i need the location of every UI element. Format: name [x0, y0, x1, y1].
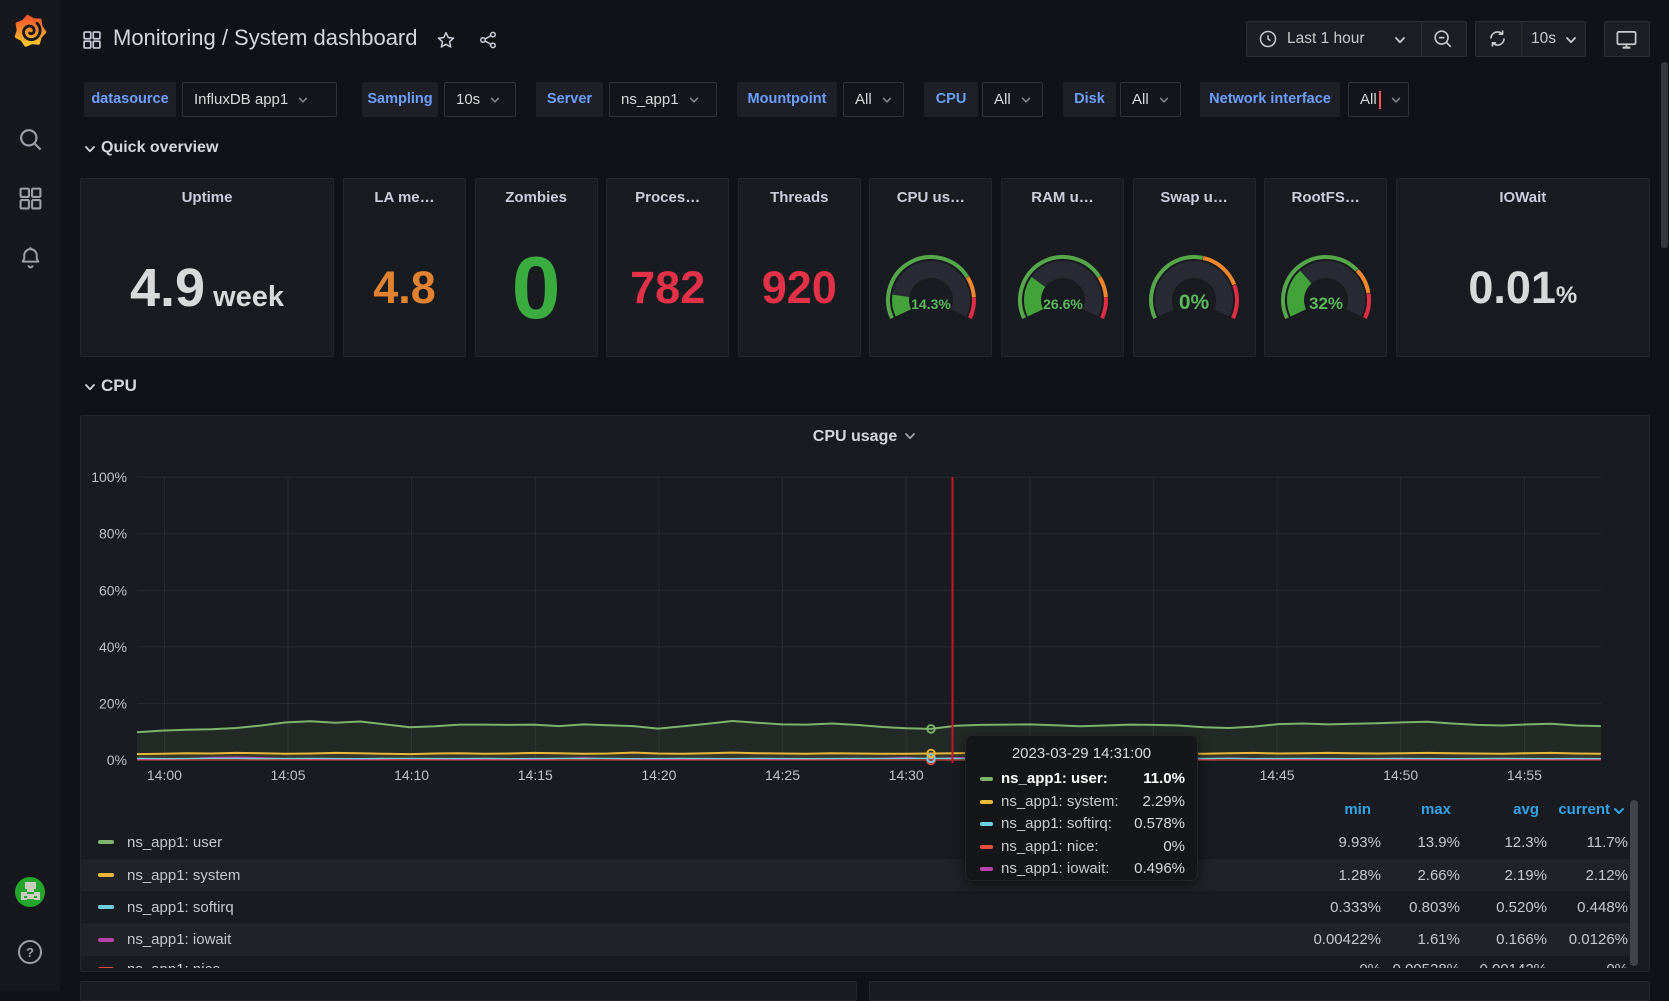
svg-text:80%: 80% — [99, 526, 127, 542]
svg-text:?: ? — [26, 945, 34, 960]
svg-text:14:20: 14:20 — [641, 767, 676, 783]
svg-text:32%: 32% — [1309, 294, 1343, 313]
svg-text:26.6%: 26.6% — [1043, 296, 1083, 312]
svg-text:20%: 20% — [99, 695, 127, 711]
svg-text:14:05: 14:05 — [270, 767, 305, 783]
svg-text:14:25: 14:25 — [765, 767, 800, 783]
svg-text:0%: 0% — [1179, 291, 1210, 314]
svg-text:14:55: 14:55 — [1507, 767, 1542, 783]
svg-text:40%: 40% — [99, 639, 127, 655]
svg-text:14:50: 14:50 — [1383, 767, 1418, 783]
svg-text:14:00: 14:00 — [147, 767, 182, 783]
svg-text:60%: 60% — [99, 582, 127, 598]
svg-text:14:10: 14:10 — [394, 767, 429, 783]
svg-text:100%: 100% — [91, 469, 127, 485]
svg-text:14.3%: 14.3% — [911, 296, 951, 312]
svg-text:14:45: 14:45 — [1260, 767, 1295, 783]
svg-text:14:30: 14:30 — [889, 767, 924, 783]
svg-text:14:15: 14:15 — [518, 767, 553, 783]
svg-text:0%: 0% — [107, 752, 127, 768]
